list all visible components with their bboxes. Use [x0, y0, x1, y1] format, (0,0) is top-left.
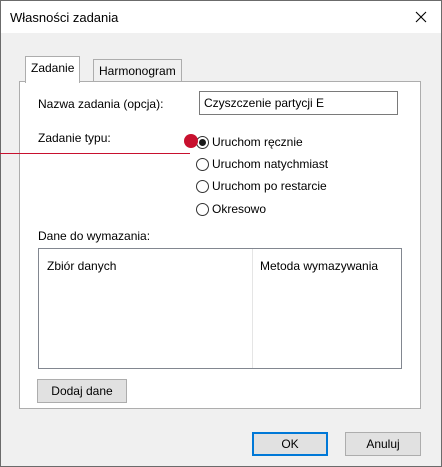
annotation-marker	[184, 134, 198, 148]
task-name-input[interactable]: Czyszczenie partycji E	[199, 91, 398, 115]
radio-run-manually[interactable]: Uruchom ręcznie	[196, 133, 303, 151]
radio-label: Okresowo	[212, 202, 267, 216]
window-title: Własności zadania	[10, 10, 119, 25]
cancel-button[interactable]: Anuluj	[345, 432, 421, 456]
radio-label: Uruchom po restarcie	[212, 179, 327, 193]
column-separator[interactable]	[252, 249, 253, 368]
radio-run-after-restart[interactable]: Uruchom po restarcie	[196, 177, 327, 195]
radio-label: Uruchom ręcznie	[212, 135, 303, 149]
close-icon	[415, 11, 427, 23]
radio-checked-icon	[196, 135, 209, 149]
tab-zadanie[interactable]: Zadanie	[25, 56, 81, 83]
radio-periodic[interactable]: Okresowo	[196, 200, 266, 218]
column-header-dataset[interactable]: Zbiór danych	[47, 259, 116, 273]
close-button[interactable]	[401, 1, 441, 33]
data-list-view[interactable]: Zbiór danych Metoda wymazywania	[38, 248, 402, 369]
add-data-button[interactable]: Dodaj dane	[37, 379, 127, 403]
data-to-erase-label: Dane do wymazania:	[38, 229, 151, 243]
title-bar: Własności zadania	[1, 1, 441, 33]
radio-unchecked-icon	[196, 179, 209, 193]
task-type-label: Zadanie typu:	[38, 131, 111, 145]
radio-label: Uruchom natychmiast	[212, 157, 329, 171]
column-header-erase-method[interactable]: Metoda wymazywania	[260, 259, 378, 273]
annotation-line	[0, 153, 190, 154]
radio-unchecked-icon	[196, 157, 209, 171]
ok-button[interactable]: OK	[252, 432, 328, 456]
radio-run-immediately[interactable]: Uruchom natychmiast	[196, 155, 328, 173]
tab-harmonogram[interactable]: Harmonogram	[93, 59, 182, 83]
task-name-label: Nazwa zadania (opcja):	[38, 97, 164, 111]
radio-unchecked-icon	[196, 202, 209, 216]
